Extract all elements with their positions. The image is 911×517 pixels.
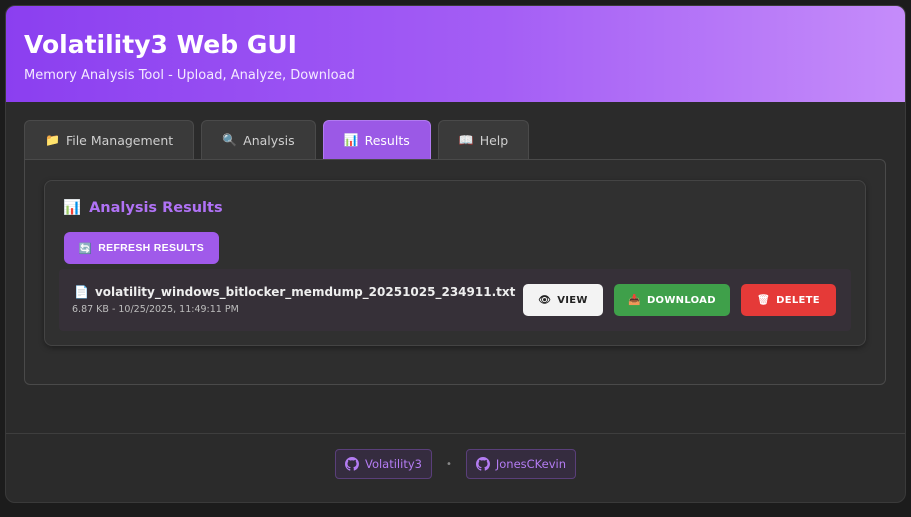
tab-file-management[interactable]: 📁 File Management — [24, 120, 195, 159]
file-name: 📄 volatility_windows_bitlocker_memdump_2… — [74, 285, 515, 299]
app-subtitle: Memory Analysis Tool - Upload, Analyze, … — [24, 68, 355, 83]
search-icon: 🔍 — [222, 133, 238, 147]
file-meta: 6.87 KB - 10/25/2025, 11:49:11 PM — [72, 304, 239, 315]
chart-icon: 📊 — [63, 200, 82, 216]
refresh-icon: 🔄 — [78, 242, 93, 255]
header: Volatility3 Web GUI Memory Analysis Tool… — [6, 6, 905, 102]
file-name-text: volatility_windows_bitlocker_memdump_202… — [94, 285, 516, 299]
view-label: VIEW — [557, 294, 588, 306]
trash-icon: 🗑 — [757, 294, 771, 306]
eye-icon: 👁 — [538, 294, 552, 306]
delete-button[interactable]: 🗑 DELETE — [741, 284, 836, 316]
github-icon — [475, 457, 490, 471]
delete-label: DELETE — [776, 294, 820, 306]
app-window: Volatility3 Web GUI Memory Analysis Tool… — [5, 5, 906, 503]
jonesckevin-link[interactable]: JonesCKevin — [465, 449, 577, 479]
tab-results[interactable]: 📊 Results — [322, 120, 431, 159]
chart-icon: 📊 — [343, 133, 359, 147]
refresh-results-button[interactable]: 🔄 REFRESH RESULTS — [64, 232, 219, 264]
results-card: 📊 Analysis Results 🔄 REFRESH RESULTS 📄 v… — [44, 180, 866, 346]
footer-divider — [6, 433, 905, 434]
tab-help[interactable]: 📖 Help — [437, 120, 530, 159]
tab-bar: 📁 File Management 🔍 Analysis 📊 Results 📖… — [24, 120, 530, 159]
footer: Volatility3 • JonesCKevin — [6, 449, 905, 479]
download-icon: 📥 — [628, 294, 641, 306]
tab-analysis[interactable]: 🔍 Analysis — [201, 120, 316, 159]
tab-label: Analysis — [243, 132, 295, 148]
book-icon: 📖 — [458, 133, 474, 147]
app-title: Volatility3 Web GUI — [24, 30, 297, 59]
volatility3-link[interactable]: Volatility3 — [334, 449, 432, 479]
github-icon — [344, 457, 359, 471]
download-button[interactable]: 📥 DOWNLOAD — [614, 284, 730, 316]
folder-icon: 📁 — [45, 133, 60, 147]
tab-label: Results — [364, 132, 410, 148]
tab-label: Help — [479, 132, 509, 148]
results-panel: 📊 Analysis Results 🔄 REFRESH RESULTS 📄 v… — [24, 159, 886, 385]
download-label: DOWNLOAD — [646, 294, 716, 306]
link-label: Volatility3 — [364, 457, 422, 471]
view-button[interactable]: 👁 VIEW — [523, 284, 603, 316]
results-title-text: Analysis Results — [89, 199, 223, 216]
document-icon: 📄 — [74, 285, 89, 299]
footer-separator: • — [445, 458, 452, 470]
refresh-label: REFRESH RESULTS — [98, 242, 205, 254]
results-title: 📊 Analysis Results — [63, 199, 223, 217]
link-label: JonesCKevin — [495, 457, 567, 471]
tab-label: File Management — [65, 132, 174, 148]
result-file-row: 📄 volatility_windows_bitlocker_memdump_2… — [59, 269, 851, 331]
